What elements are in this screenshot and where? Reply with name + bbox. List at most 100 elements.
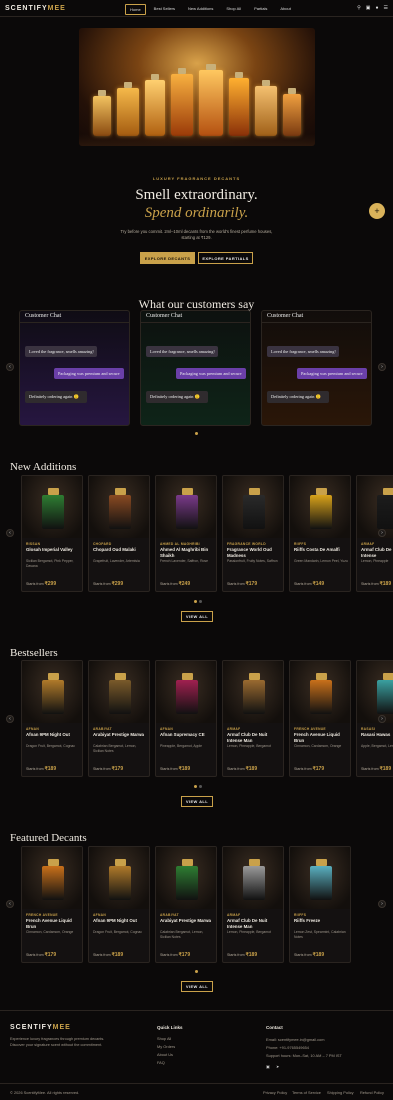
product-card[interactable]: ARMAF Armaf Club De Nuit Intense Man Lemon… [222,660,284,777]
testimonials-prev-button[interactable]: ‹ [6,363,14,371]
product-image[interactable] [156,661,216,723]
search-icon[interactable]: ⚲ [357,5,361,11]
user-icon[interactable]: ● [375,5,378,11]
featured-view-all-button[interactable]: VIEW ALL [181,981,213,992]
carousel-dot[interactable] [194,600,197,603]
product-card[interactable]: ARABIYAT Arabiyat Prestige Marwa Calabrian… [155,846,217,963]
carousel-dot[interactable] [195,970,198,973]
nav-partials[interactable]: Partials [250,4,271,15]
product-image[interactable] [223,661,283,723]
product-card[interactable]: AFNAN Afnan 9PM Night Out Dragon Fruit, Be… [88,846,150,963]
new-additions-view-all-button[interactable]: VIEW ALL [181,611,213,622]
cart-icon[interactable]: ▣ [366,5,371,11]
product-image[interactable] [290,847,350,909]
product-image[interactable] [357,476,393,538]
floating-plus-button[interactable]: + [369,203,385,219]
carousel-dot[interactable] [195,432,198,435]
bestsellers-view-all-button[interactable]: VIEW ALL [181,796,213,807]
nav-home[interactable]: Home [125,4,146,15]
product-name[interactable]: Glosah Imperial Valley [26,547,81,553]
contact-email[interactable]: Email: scentifymee.in@gmail.com [266,1037,324,1042]
product-image[interactable] [22,661,82,723]
featured-next-button[interactable]: › [378,900,386,908]
product-card[interactable]: CHOPARD Chopard Oud Malaki Grapefruit, Lav… [88,475,150,592]
carousel-dot[interactable] [199,785,202,788]
footer-link-my-orders[interactable]: My Orders [157,1044,175,1049]
contact-phone[interactable]: Phone: +91-9765549654 [266,1045,309,1050]
carousel-dot[interactable] [199,600,202,603]
footer-logo[interactable]: SCENTIFYMEE [10,1024,71,1031]
product-image[interactable] [156,847,216,909]
product-image[interactable] [89,847,149,909]
footer-link-shop-all[interactable]: Shop All [157,1036,171,1041]
shipping-policy-link[interactable]: Shipping Policy [327,1090,354,1095]
refund-policy-link[interactable]: Refund Policy [360,1090,384,1095]
product-name[interactable]: Arabiyat Prestige Marwa [93,732,148,738]
terms-link[interactable]: Terms of Service [292,1090,321,1095]
footer-link-faq[interactable]: FAQ [157,1060,165,1065]
product-name[interactable]: Afnan Supremacy CE [160,732,215,738]
price-value: ₹189 [245,952,258,958]
brand-logo[interactable]: SCENTIFYMEE [5,5,66,12]
product-image[interactable] [357,661,393,723]
product-card[interactable]: AFNAN Afnan Supremacy CE Pineapple, Bergam… [155,660,217,777]
product-image[interactable] [156,476,216,538]
product-name[interactable]: Armaf Club De Nuit Intense [361,547,393,558]
nav-about[interactable]: About [276,4,294,15]
carousel-dot[interactable] [194,785,197,788]
product-name[interactable]: Ahmed Al Maghribi Bin Shaikh [160,547,215,558]
nav-best-sellers[interactable]: Best Sellers [150,4,179,15]
product-name[interactable]: Afnan 9PM Night Out [93,918,148,924]
product-name[interactable]: Rasasi Hawas [361,732,393,738]
featured-prev-button[interactable]: ‹ [6,900,14,908]
product-image[interactable] [290,661,350,723]
product-card[interactable]: RIIFFS Riiffs Costa De Amalfi Green Mandar… [289,475,351,592]
instagram-icon[interactable]: ▣ [266,1064,270,1069]
product-name[interactable]: Afnan 9PM Night Out [26,732,81,738]
product-image[interactable] [223,847,283,909]
product-card[interactable]: FRENCH AVENUE French Avenue Liquid Brun Ci… [289,660,351,777]
explore-partials-button[interactable]: EXPLORE PARTIALS [198,252,253,264]
nav-shop-all[interactable]: Shop All [222,4,245,15]
product-image[interactable] [89,661,149,723]
product-card[interactable]: FRAGRANCE WORLD Fragrance World Oud Madne… [222,475,284,592]
product-name[interactable]: Riiffs Freeze [294,918,349,924]
share-icon[interactable]: ➤ [276,1064,279,1069]
product-card[interactable]: RIIFFS Riiffs Freeze Lemon Zest, Spearmint… [289,846,351,963]
price-label: Starts from [93,953,111,957]
product-image[interactable] [22,476,82,538]
product-name[interactable]: Arabiyat Prestige Marwa [160,918,215,924]
product-card[interactable]: FRENCH AVENUE French Avenue Liquid Brun Ci… [21,846,83,963]
new-additions-prev-button[interactable]: ‹ [6,529,14,537]
bestsellers-next-button[interactable]: › [378,715,386,723]
product-card[interactable]: ARMAF Armaf Club De Nuit Intense Man Lemon… [222,846,284,963]
product-name[interactable]: Fragrance World Oud Madness [227,547,282,558]
new-additions-next-button[interactable]: › [378,529,386,537]
price-label: Starts from [361,582,379,586]
product-card[interactable]: ARMAFArmaf Club De Nuit IntenseLemon, Pi… [356,475,393,592]
nav-new-additions[interactable]: New Additions [184,4,217,15]
product-name[interactable]: Armaf Club De Nuit Intense Man [227,732,282,743]
privacy-policy-link[interactable]: Privacy Policy [263,1090,287,1095]
product-card[interactable]: ARABIYAT Arabiyat Prestige Marwa Calabrian… [88,660,150,777]
product-name[interactable]: Chopard Oud Malaki [93,547,148,553]
footer-link-about[interactable]: About Us [157,1052,173,1057]
product-notes: Dragon Fruit, Bergamot, Cognac [93,930,142,934]
product-image[interactable] [223,476,283,538]
testimonials-next-button[interactable]: › [378,363,386,371]
product-image[interactable] [22,847,82,909]
product-name[interactable]: Armaf Club De Nuit Intense Man [227,918,282,929]
explore-decants-button[interactable]: EXPLORE DECANTS [140,252,195,264]
product-name[interactable]: French Avenue Liquid Brun [294,732,349,743]
bestsellers-prev-button[interactable]: ‹ [6,715,14,723]
product-card[interactable]: AFNAN Afnan 9PM Night Out Dragon Fruit, Be… [21,660,83,777]
product-name[interactable]: French Avenue Liquid Brun [26,918,81,929]
product-image[interactable] [89,476,149,538]
product-card[interactable]: RISSAN Glosah Imperial Valley Sicilian Ber… [21,475,83,592]
product-card[interactable]: RASASIRasasi Hawas Apple, Bergamot, Lemon… [356,660,393,777]
menu-icon[interactable]: ☰ [384,5,388,11]
product-brand: FRAGRANCE WORLD [227,542,266,546]
product-card[interactable]: AHMED AL MAGHRIBI Ahmed Al Maghribi Bin S… [155,475,217,592]
product-name[interactable]: Riiffs Costa De Amalfi [294,547,349,553]
product-image[interactable] [290,476,350,538]
